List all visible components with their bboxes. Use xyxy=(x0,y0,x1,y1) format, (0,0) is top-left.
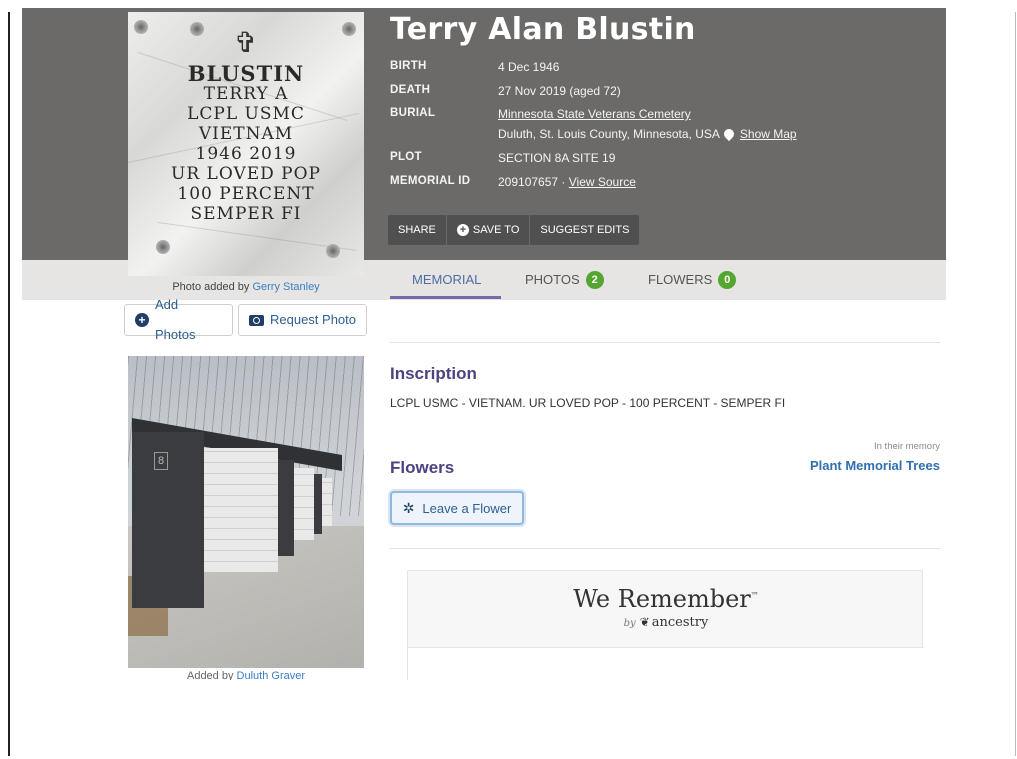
byline-by: by xyxy=(623,618,636,629)
engraving-line: 1946 2019 xyxy=(195,144,297,164)
suggest-edits-button[interactable]: SUGGEST EDITS xyxy=(530,215,639,245)
add-photos-button[interactable]: + Add Photos xyxy=(124,297,233,342)
photo-pillar xyxy=(314,474,322,534)
plus-circle-icon: + xyxy=(135,313,149,327)
we-remember-byline: by ❦ ancestry xyxy=(408,615,924,630)
fact-label: BURIAL xyxy=(390,107,436,119)
fact-value: 4 Dec 1946 xyxy=(498,60,560,74)
fact-label: DEATH xyxy=(390,84,431,96)
request-photo-label: Request Photo xyxy=(270,312,357,327)
window-edge-right xyxy=(1015,12,1016,756)
window-edge-left xyxy=(8,12,10,756)
save-to-label: SAVE TO xyxy=(472,224,520,236)
we-remember-body xyxy=(408,647,924,680)
photo-pillar xyxy=(278,460,294,556)
pillar-number: 8 xyxy=(154,452,168,470)
photo-niches xyxy=(204,448,278,572)
memory-label: In their memory xyxy=(874,441,940,452)
bolt-icon xyxy=(326,244,340,258)
tab-photos-label: PHOTOS xyxy=(525,272,580,287)
fact-value: 209107657 · View Source xyxy=(498,175,636,189)
engraving-line: LCPL USMC xyxy=(187,104,305,124)
plant-memorial-trees-link[interactable]: Plant Memorial Trees xyxy=(810,458,940,473)
inscription-heading: Inscription xyxy=(390,364,477,383)
camera-icon xyxy=(249,314,264,326)
cemetery-photo[interactable]: 8 xyxy=(128,356,364,668)
flower-icon: ✲ xyxy=(402,499,415,516)
engraving-line: VIETNAM xyxy=(198,124,294,144)
memorial-id: 209107657 · xyxy=(498,175,569,189)
engraving-line: SEMPER FI xyxy=(190,204,302,224)
we-remember-title: We Remember™ xyxy=(408,585,924,613)
active-tab-indicator xyxy=(390,296,501,299)
fact-label: MEMORIAL ID xyxy=(390,175,471,187)
fact-value: Minnesota State Veterans Cemetery xyxy=(498,107,691,121)
tab-flowers[interactable]: FLOWERS 0 xyxy=(648,260,737,300)
view-source-link[interactable]: View Source xyxy=(569,175,636,189)
cross-icon: ✞ xyxy=(234,26,258,59)
photo-credit-link[interactable]: Gerry Stanley xyxy=(252,281,319,293)
bolt-icon xyxy=(134,20,148,34)
request-photo-button[interactable]: Request Photo xyxy=(238,304,367,336)
ancestry-brand: ancestry xyxy=(651,615,709,630)
tab-memorial[interactable]: MEMORIAL xyxy=(412,260,481,300)
tab-flowers-label: FLOWERS xyxy=(648,272,713,287)
second-photo-credit: Added by Duluth Graver xyxy=(128,670,364,680)
we-remember-card[interactable]: We Remember™ by ❦ ancestry xyxy=(407,570,924,680)
fact-label: PLOT xyxy=(390,151,422,163)
photo-niches xyxy=(294,468,314,540)
we-remember-title-text: We Remember xyxy=(573,585,751,613)
flowers-count-badge: 0 xyxy=(718,271,737,289)
photos-count-badge: 2 xyxy=(585,271,604,289)
inscription-text: LCPL USMC - VIETNAM. UR LOVED POP - 100 … xyxy=(390,396,786,410)
add-photos-label: Add Photos xyxy=(154,297,196,342)
section-divider xyxy=(390,548,940,549)
ancestry-leaf-icon: ❦ xyxy=(639,615,650,629)
action-bar: SHARE + SAVE TO SUGGEST EDITS xyxy=(388,215,640,245)
section-divider xyxy=(390,342,940,343)
save-to-button[interactable]: + SAVE TO xyxy=(447,215,531,245)
burial-location: Duluth, St. Louis County, Minnesota, USA xyxy=(498,127,720,141)
fact-value: 27 Nov 2019 (aged 72) xyxy=(498,84,621,98)
leave-flower-label: Leave a Flower xyxy=(422,500,512,516)
leave-flower-button[interactable]: ✲ Leave a Flower xyxy=(390,491,524,525)
second-photo-credit-link[interactable]: Duluth Graver xyxy=(237,670,305,680)
map-pin-icon xyxy=(721,126,736,142)
share-label: SHARE xyxy=(398,224,436,236)
memorial-page: ✞ BLUSTIN TERRY A LCPL USMC VIETNAM 1946… xyxy=(22,8,946,680)
fact-value: SECTION 8A SITE 19 xyxy=(498,151,616,165)
headstone-engraving: BLUSTIN TERRY A LCPL USMC VIETNAM 1946 2… xyxy=(128,61,364,224)
tab-photos[interactable]: PHOTOS 2 xyxy=(525,260,604,300)
bolt-icon xyxy=(190,22,204,36)
engraving-line: 100 PERCENT xyxy=(177,184,315,204)
fact-label: BIRTH xyxy=(390,60,427,72)
flowers-heading: Flowers xyxy=(390,458,455,477)
engraving-line: TERRY A xyxy=(203,84,289,104)
plus-circle-icon: + xyxy=(456,224,469,236)
second-photo-credit-prefix: Added by xyxy=(186,670,237,680)
share-button[interactable]: SHARE xyxy=(388,215,447,245)
memorial-name: Terry Alan Blustin xyxy=(390,12,696,47)
bolt-icon xyxy=(156,240,170,254)
photo-pillar xyxy=(132,432,204,608)
engraving-line: UR LOVED POP xyxy=(171,164,321,184)
trademark-mark: ™ xyxy=(750,591,759,600)
cemetery-link[interactable]: Minnesota State Veterans Cemetery xyxy=(498,107,691,121)
show-map-link[interactable]: Show Map xyxy=(740,127,797,141)
photo-niches xyxy=(322,478,332,526)
bolt-icon xyxy=(342,22,356,36)
suggest-edits-label: SUGGEST EDITS xyxy=(540,224,630,236)
headstone-photo[interactable]: ✞ BLUSTIN TERRY A LCPL USMC VIETNAM 1946… xyxy=(128,12,364,276)
tab-memorial-label: MEMORIAL xyxy=(412,272,482,287)
fact-value: Duluth, St. Louis County, Minnesota, USA… xyxy=(498,126,797,142)
engraving-line: BLUSTIN xyxy=(187,61,305,86)
